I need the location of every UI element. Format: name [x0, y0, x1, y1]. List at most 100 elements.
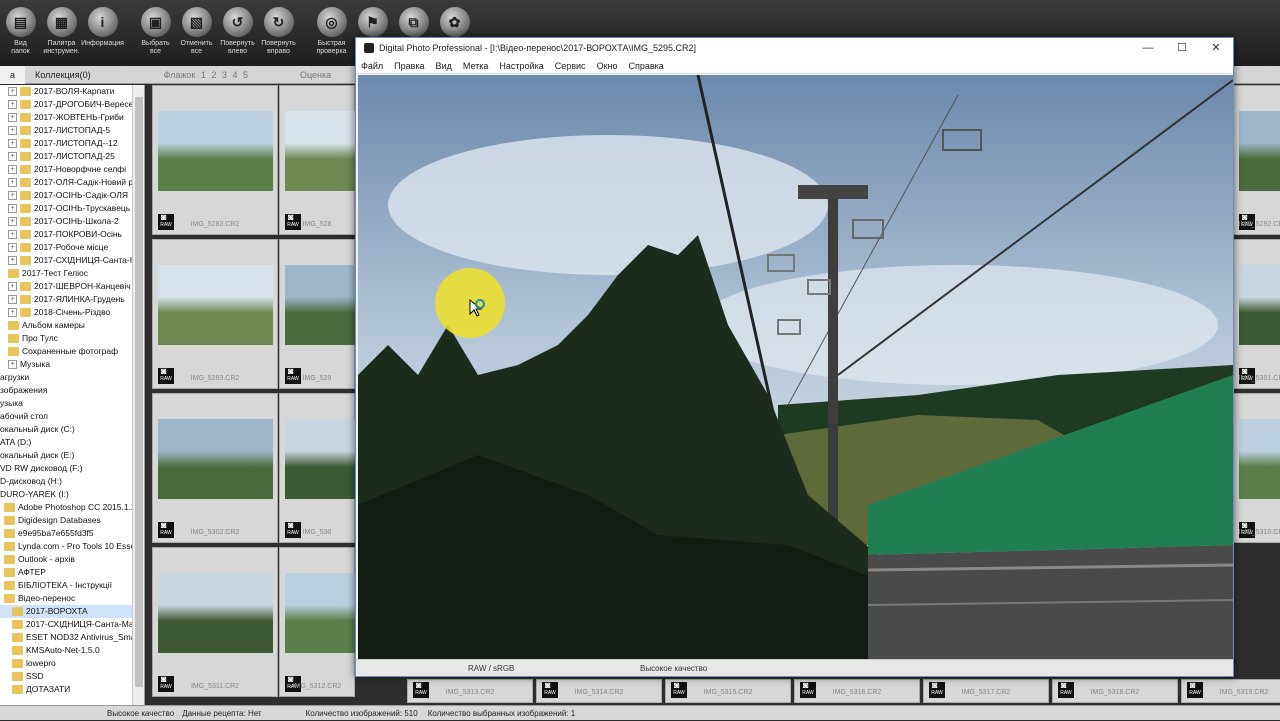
menu-item[interactable]: Вид — [431, 61, 458, 71]
tree-item[interactable]: +2017-Новорфчне селфі — [0, 163, 144, 176]
expand-icon[interactable]: + — [8, 256, 17, 265]
tree-item[interactable]: БІБЛІОТЕКА - Інструкції — [0, 579, 144, 592]
tree-item[interactable]: Альбом камеры — [0, 319, 144, 332]
menu-item[interactable]: Сервис — [550, 61, 592, 71]
expand-icon[interactable]: + — [8, 308, 17, 317]
flag-5[interactable]: 5 — [243, 70, 248, 80]
expand-icon[interactable]: + — [8, 113, 17, 122]
thumbnail[interactable]: RAWIMG_529 — [279, 239, 355, 389]
expand-icon[interactable]: + — [8, 191, 17, 200]
tab-folder[interactable]: а — [0, 65, 26, 84]
expand-icon[interactable]: + — [8, 165, 17, 174]
toolbar-button-0[interactable]: ▤ Вид папок — [0, 0, 41, 66]
thumbnail[interactable]: RAWIMG_5313.CR2 — [407, 679, 533, 703]
tree-item[interactable]: +2017-ШЕВРОН-Канцевіч — [0, 280, 144, 293]
tree-item[interactable]: +2017-ЯЛИНКА-Грудень — [0, 293, 144, 306]
tree-item[interactable]: +2017-ДРОГОБИЧ-Вересе — [0, 98, 144, 111]
toolbar-button-3[interactable]: ▣ Выбрать все — [135, 0, 176, 66]
tree-item[interactable]: Lynda.com - Pro Tools 10 Essent — [0, 540, 144, 553]
tree-item[interactable]: Adobe Photoshop CC 2015.1.2 (2 — [0, 501, 144, 514]
tree-item[interactable]: ESET NOD32 Antivirus_Smart — [0, 631, 144, 644]
thumbnail[interactable]: RAWIMG_530 — [279, 393, 355, 543]
tree-item[interactable]: +2018-Січень-Різдво — [0, 306, 144, 319]
thumbnail[interactable]: RAWIMG_5301.CR2 — [1233, 239, 1280, 389]
toolbar-button-2[interactable]: i Информация — [81, 0, 124, 66]
tree-item[interactable]: +2017-СХІДНИЦЯ-Санта-І — [0, 254, 144, 267]
toolbar-button-4[interactable]: ▧ Отменить все — [176, 0, 217, 66]
expand-icon[interactable]: + — [8, 87, 17, 96]
tree-item[interactable]: узыка — [0, 397, 144, 410]
tree-item[interactable]: 2017-Тест Геліос — [0, 267, 144, 280]
expand-icon[interactable]: + — [8, 217, 17, 226]
menu-item[interactable]: Правка — [389, 61, 430, 71]
tree-item[interactable]: абочий стол — [0, 410, 144, 423]
expand-icon[interactable]: + — [8, 178, 17, 187]
thumbnail[interactable]: RAWIMG_5314.CR2 — [536, 679, 662, 703]
thumbnail[interactable]: RAWIMG_5318.CR2 — [1052, 679, 1178, 703]
image-viewer[interactable] — [358, 75, 1233, 660]
tree-item[interactable]: АФТЕР — [0, 566, 144, 579]
tab-collection[interactable]: Коллекция(0) — [25, 66, 101, 84]
tree-item[interactable]: VD RW дисковод (F:) — [0, 462, 144, 475]
expand-icon[interactable]: + — [8, 230, 17, 239]
menu-item[interactable]: Настройка — [494, 61, 549, 71]
flag-1[interactable]: 1 — [201, 70, 206, 80]
window-titlebar[interactable]: Digital Photo Professional - [I:\Відео-п… — [356, 38, 1233, 58]
expand-icon[interactable]: + — [8, 100, 17, 109]
tree-item[interactable]: окальный диск (C:) — [0, 423, 144, 436]
flag-2[interactable]: 2 — [211, 70, 216, 80]
tree-item[interactable]: +2017-Робоче місце — [0, 241, 144, 254]
tree-item[interactable]: +2017-ВОЛЯ-Карпати — [0, 85, 144, 98]
tree-item[interactable]: +2017-ЛИСТОПАД-5 — [0, 124, 144, 137]
thumbnail[interactable]: RAWIMG_5283.CR2 — [152, 85, 278, 235]
menu-item[interactable]: Окно — [592, 61, 624, 71]
tree-item[interactable]: +2017-ОСІНЬ-Школа-2 — [0, 215, 144, 228]
thumbnail[interactable]: RAWIMG_5310.CR2 — [1233, 393, 1280, 543]
expand-icon[interactable]: + — [8, 204, 17, 213]
tree-item[interactable]: +2017-ЛИСТОПАД--12 — [0, 137, 144, 150]
expand-icon[interactable]: + — [8, 243, 17, 252]
thumbnail[interactable]: RAWIMG_5293.CR2 — [152, 239, 278, 389]
expand-icon[interactable]: + — [8, 126, 17, 135]
toolbar-button-7[interactable]: ◎ Быстрая проверка — [311, 0, 352, 66]
thumbnail[interactable]: RAWIMG_5315.CR2 — [665, 679, 791, 703]
tree-item[interactable]: +2017-ОСІНЬ-Трускавець — [0, 202, 144, 215]
minimize-button[interactable]: — — [1131, 38, 1165, 58]
tree-item[interactable]: Outlook - архів — [0, 553, 144, 566]
tree-item[interactable]: +2017-ЖОВТЕНЬ-Гриби — [0, 111, 144, 124]
thumbnail[interactable]: RAWIMG_528 — [279, 85, 355, 235]
thumbnail[interactable]: RAWIMG_5316.CR2 — [794, 679, 920, 703]
menu-item[interactable]: Справка — [623, 61, 669, 71]
toolbar-button-1[interactable]: ▦ Палитра инструмен. — [41, 0, 82, 66]
maximize-button[interactable]: ☐ — [1165, 38, 1199, 58]
flag-3[interactable]: 3 — [222, 70, 227, 80]
tree-item[interactable]: +2017-ЛИСТОПАД-25 — [0, 150, 144, 163]
tree-item[interactable]: ATA (D:) — [0, 436, 144, 449]
tree-scroll-thumb[interactable] — [135, 97, 143, 687]
thumbnail[interactable]: RAWIMG_5311.CR2 — [152, 547, 278, 697]
tree-item[interactable]: +2017-ОЛЯ-Садік-Новий р — [0, 176, 144, 189]
toolbar-button-6[interactable]: ↻ Повернуть вправо — [258, 0, 299, 66]
tree-item[interactable]: DURO-YAREK (I:) — [0, 488, 144, 501]
tree-scrollbar[interactable] — [132, 85, 144, 705]
tree-item[interactable]: D-дисковод (H:) — [0, 475, 144, 488]
tree-item[interactable]: e9e95ba7e655fd3f5 — [0, 527, 144, 540]
tree-item[interactable]: 2017-СХІДНИЦЯ-Санта-Мар — [0, 618, 144, 631]
expand-icon[interactable]: + — [8, 295, 17, 304]
expand-icon[interactable]: + — [8, 360, 17, 369]
menu-item[interactable]: Метка — [458, 61, 495, 71]
folder-tree[interactable]: +2017-ВОЛЯ-Карпати +2017-ДРОГОБИЧ-Вересе +… — [0, 85, 145, 705]
menu-item[interactable]: Файл — [356, 61, 389, 71]
expand-icon[interactable]: + — [8, 139, 17, 148]
toolbar-button-5[interactable]: ↺ Повернуть влево — [217, 0, 258, 66]
tree-item[interactable]: lowepro — [0, 657, 144, 670]
tree-item[interactable]: Digidesign Databases — [0, 514, 144, 527]
tree-item[interactable]: KMSAuto-Net-1.5.0 — [0, 644, 144, 657]
tree-item[interactable]: агрузки — [0, 371, 144, 384]
tree-item[interactable]: SSD — [0, 670, 144, 683]
tree-item[interactable]: 2017-ВОРОХТА — [0, 605, 144, 618]
tree-item[interactable]: +2017-ОСІНЬ-Садік-ОЛЯ — [0, 189, 144, 202]
tree-item[interactable]: Відео-перенос — [0, 592, 144, 605]
tree-item[interactable]: Сохраненные фотограф — [0, 345, 144, 358]
tree-item[interactable]: + Музыка — [0, 358, 144, 371]
